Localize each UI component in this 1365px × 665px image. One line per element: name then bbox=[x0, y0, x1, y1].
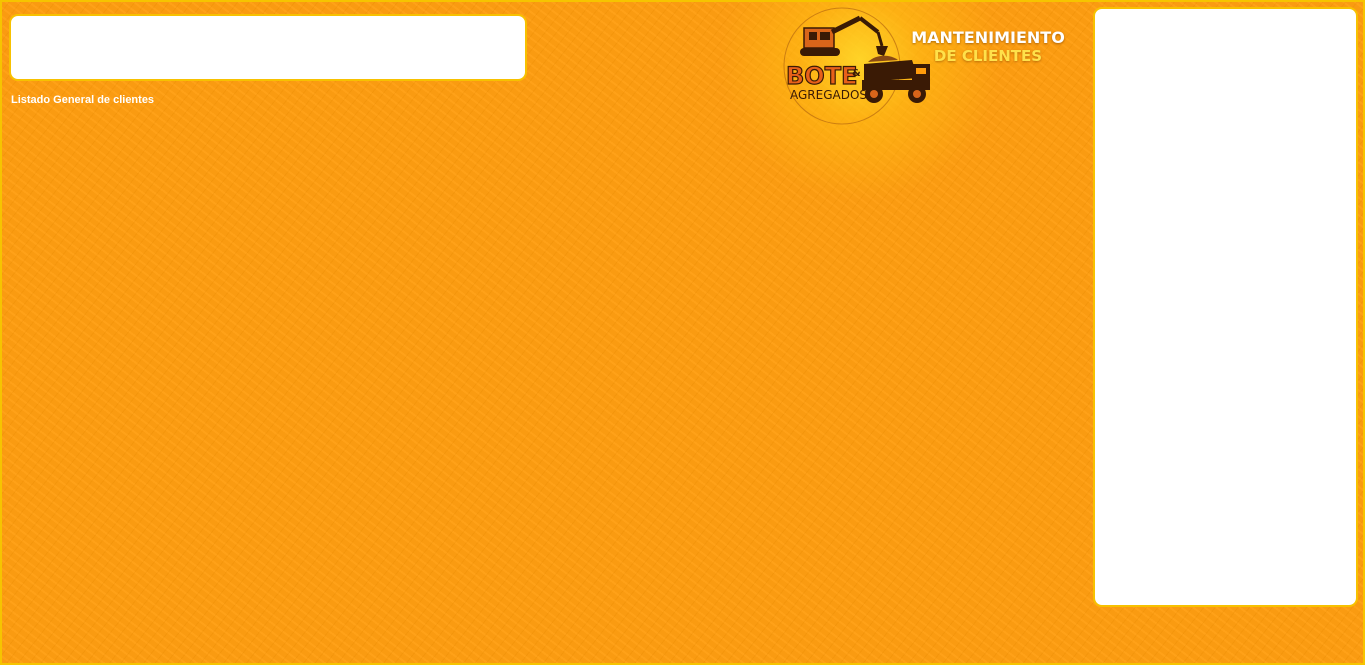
brand-main-text: BOTE bbox=[786, 62, 857, 90]
page-heading-line2: DE CLIENTES bbox=[933, 47, 1043, 65]
page-heading: MANTENIMIENTO DE CLIENTES bbox=[908, 28, 1068, 65]
page-heading-line1: MANTENIMIENTO bbox=[911, 28, 1065, 47]
top-filter-panel bbox=[9, 14, 527, 81]
list-title: Listado General de clientes bbox=[11, 94, 155, 106]
brand-sub-text: AGREGADOS bbox=[790, 88, 867, 102]
side-panel bbox=[1093, 7, 1358, 607]
brand-logo: BOTE & AGREGADOS bbox=[772, 6, 937, 128]
excavator-icon bbox=[800, 15, 888, 56]
brand-amp-text: & bbox=[852, 68, 861, 79]
